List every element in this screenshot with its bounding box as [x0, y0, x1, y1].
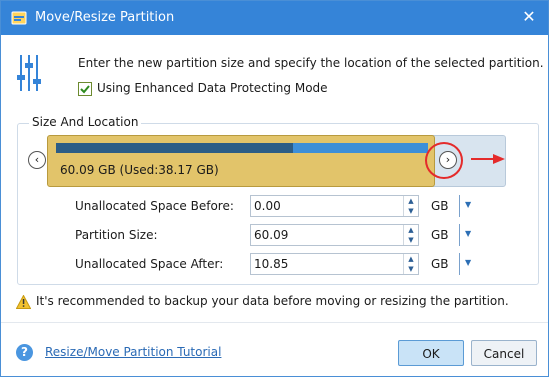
- move-resize-dialog: Move/Resize Partition ✕ Enter the new pa…: [0, 0, 549, 377]
- spin-down-icon[interactable]: ▼: [404, 235, 418, 245]
- unallocated-before-unit: GB: [431, 199, 449, 213]
- help-icon[interactable]: ?: [16, 344, 33, 361]
- enhanced-mode-checkbox[interactable]: [78, 82, 92, 96]
- partition-size-spinner[interactable]: ▲ ▼: [403, 225, 418, 245]
- partition-size-text: 60.09 GB (Used:38.17 GB): [60, 163, 219, 177]
- unallocated-before-unit-dropdown[interactable]: ▼: [459, 195, 476, 217]
- close-icon: ✕: [522, 7, 536, 26]
- partition-size-unit: GB: [431, 228, 449, 242]
- partition-used-fill: [56, 143, 293, 153]
- chevron-right-icon: ›: [445, 153, 451, 166]
- dropdown-arrow-icon: ▼: [465, 229, 472, 238]
- spin-up-icon[interactable]: ▲: [404, 254, 418, 264]
- unallocated-before-label: Unallocated Space Before:: [75, 199, 234, 213]
- backup-warning-text: It's recommended to backup your data bef…: [36, 294, 509, 308]
- resize-handle-button[interactable]: ›: [439, 151, 457, 169]
- warning-icon: [16, 295, 31, 309]
- ok-button[interactable]: OK: [398, 340, 464, 366]
- close-button[interactable]: ✕: [518, 6, 540, 28]
- move-resize-icon: [11, 11, 27, 25]
- cancel-button[interactable]: Cancel: [471, 340, 537, 366]
- spin-up-icon[interactable]: ▲: [404, 225, 418, 235]
- footer-divider: [1, 322, 548, 323]
- partition-block[interactable]: 60.09 GB (Used:38.17 GB): [47, 135, 435, 187]
- unallocated-before-spinner[interactable]: ▲ ▼: [403, 196, 418, 216]
- unallocated-after-unit-dropdown[interactable]: ▼: [459, 253, 476, 275]
- partition-size-input[interactable]: [254, 227, 402, 243]
- dropdown-arrow-icon: ▼: [465, 258, 472, 267]
- partition-size-unit-dropdown[interactable]: ▼: [459, 224, 476, 246]
- spin-down-icon[interactable]: ▼: [404, 264, 418, 274]
- checkmark-icon: [80, 85, 90, 94]
- arrow-right-icon: [471, 154, 505, 164]
- size-location-label: Size And Location: [29, 115, 142, 129]
- partition-size-field[interactable]: ▲ ▼: [250, 224, 419, 246]
- spin-up-icon[interactable]: ▲: [404, 196, 418, 206]
- enhanced-mode-label[interactable]: Using Enhanced Data Protecting Mode: [97, 81, 328, 95]
- unallocated-after-unit: GB: [431, 257, 449, 271]
- dialog-title: Move/Resize Partition: [35, 10, 175, 25]
- dropdown-arrow-icon: ▼: [465, 200, 472, 209]
- title-bar[interactable]: Move/Resize Partition ✕: [1, 1, 548, 35]
- unallocated-before-input[interactable]: [254, 198, 402, 214]
- chevron-left-icon: ‹: [34, 153, 40, 166]
- spin-down-icon[interactable]: ▼: [404, 206, 418, 216]
- partition-usage-bar: [56, 143, 428, 153]
- partition-size-label: Partition Size:: [75, 228, 158, 242]
- unallocated-before-field[interactable]: ▲ ▼: [250, 195, 419, 217]
- unallocated-after-field[interactable]: ▲ ▼: [250, 253, 419, 275]
- intro-text: Enter the new partition size and specify…: [78, 56, 544, 70]
- unallocated-after-spinner[interactable]: ▲ ▼: [403, 254, 418, 274]
- unallocated-after-input[interactable]: [254, 256, 402, 272]
- unallocated-after-label: Unallocated Space After:: [75, 257, 224, 271]
- sliders-icon: [17, 55, 41, 91]
- move-left-button[interactable]: ‹: [28, 151, 46, 169]
- tutorial-link[interactable]: Resize/Move Partition Tutorial: [45, 345, 221, 359]
